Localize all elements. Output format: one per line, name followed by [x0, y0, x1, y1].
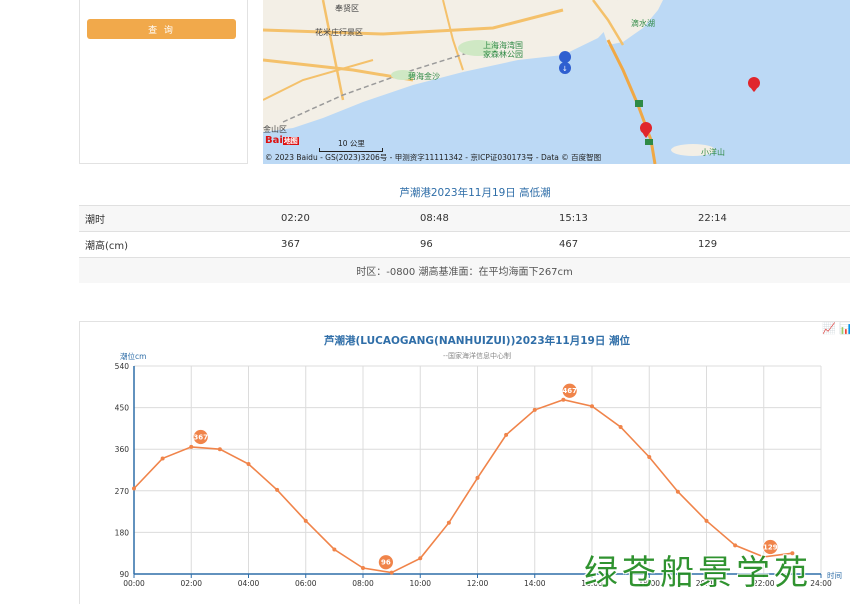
x-tick-label: 08:00 [352, 579, 374, 588]
tide-data-point [189, 444, 194, 449]
tide-data-point [561, 397, 566, 402]
map-label-jinshan: 金山区 [263, 125, 287, 134]
tide-table-title: 芦潮港2023年11月19日 高低潮 [399, 187, 551, 199]
tide-data-point [532, 407, 537, 412]
extreme-label: 467 [562, 387, 577, 395]
height-cell: 467 [559, 231, 698, 258]
y-tick-label: 90 [119, 570, 129, 579]
map-copyright: © 2023 Baidu - GS(2023)3206号 - 甲测资字11111… [265, 153, 602, 162]
tide-data-point [590, 404, 594, 409]
y-tick-label: 450 [115, 404, 130, 413]
tide-height-row: 潮高(cm) 367 96 467 129 [79, 231, 850, 258]
x-tick-label: 04:00 [238, 579, 260, 588]
search-panel: 查 询 [79, 0, 248, 164]
time-row-label: 潮时 [79, 205, 281, 232]
timezone-note: 时区：-0800 潮高基准面：在平均海面下267cm [79, 258, 850, 283]
tide-data-point [504, 432, 509, 437]
height-cell: 129 [698, 231, 850, 258]
x-tick-label: 02:00 [180, 579, 202, 588]
height-cell: 367 [281, 231, 420, 258]
tide-table: 潮时 02:20 08:48 15:13 22:14 潮高(cm) 367 96… [79, 205, 850, 258]
map-view[interactable]: ↓ 奉贤区 花米庄行景区 上海海湾国 家森林公园 碧海金沙 滴水湖 金山区 小洋… [263, 0, 850, 164]
map-label-fengxian: 奉贤区 [335, 4, 359, 13]
tide-data-point [303, 518, 308, 523]
tide-data-point [361, 565, 365, 570]
map-label-xiaoyangshan: 小洋山 [701, 148, 725, 157]
tide-data-point [217, 447, 222, 452]
time-cell: 02:20 [281, 205, 420, 232]
time-cell: 22:14 [698, 205, 850, 232]
x-tick-label: 12:00 [467, 579, 489, 588]
tide-data-point [446, 520, 451, 525]
extreme-label: 367 [193, 433, 208, 441]
tide-data-point [618, 425, 623, 430]
time-cell: 15:13 [559, 205, 698, 232]
extreme-label: 96 [381, 559, 391, 567]
map-label-senlingongyuan: 家森林公园 [483, 50, 523, 59]
x-tick-label: 06:00 [295, 579, 317, 588]
watermark: 绿苍船景学苑 [584, 553, 812, 593]
y-tick-label: 540 [115, 362, 130, 371]
map-label-dishuihu: 滴水湖 [631, 19, 655, 28]
y-tick-label: 270 [115, 487, 130, 496]
x-tick-label: 00:00 [123, 579, 145, 588]
tide-data-point [389, 570, 394, 575]
height-cell: 96 [420, 231, 559, 258]
tide-data-point [246, 461, 251, 466]
x-tick-label: 10:00 [409, 579, 431, 588]
svg-text:↓: ↓ [562, 65, 568, 73]
query-button[interactable]: 查 询 [87, 19, 236, 39]
tide-data-point [647, 455, 652, 460]
line-chart-icon[interactable]: 📈 [822, 322, 836, 335]
tide-data-point [160, 456, 165, 461]
map-label-huamizhuang: 花米庄行景区 [315, 28, 363, 37]
tide-data-point [675, 489, 680, 494]
chart-ylabel: 潮位cm [120, 351, 146, 361]
height-row-label: 潮高(cm) [79, 231, 281, 258]
tide-data-point [332, 547, 337, 552]
tide-data-point [475, 475, 480, 480]
tide-data-point [275, 487, 280, 492]
tide-data-point [132, 486, 136, 491]
time-cell: 08:48 [420, 205, 559, 232]
y-tick-label: 360 [115, 445, 130, 454]
tide-data-point [704, 518, 709, 523]
tide-time-row: 潮时 02:20 08:48 15:13 22:14 [79, 205, 850, 232]
bar-chart-icon[interactable]: 📊 [839, 322, 850, 335]
baidu-logo: Bai地图 [265, 135, 299, 146]
map-label-bihaijinsha: 碧海金沙 [408, 72, 440, 81]
y-tick-label: 180 [115, 528, 130, 537]
chart-subtitle: --国家海洋信息中心制 [443, 351, 511, 360]
chart-title: 芦潮港(LUCAOGANG(NANHUIZUI))2023年11月19日 潮位 [324, 334, 631, 347]
tide-data-point [418, 556, 423, 561]
x-tick-label: 24:00 [810, 579, 832, 588]
x-tick-label: 14:00 [524, 579, 546, 588]
